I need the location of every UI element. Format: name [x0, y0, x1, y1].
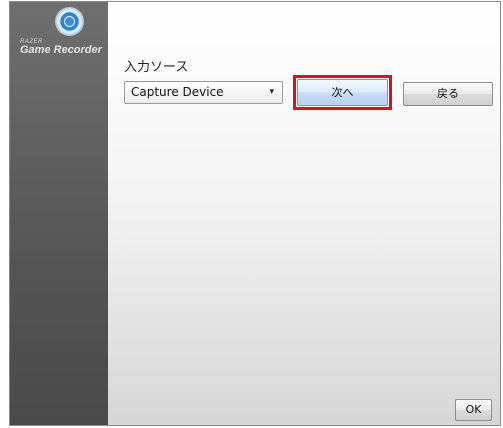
app-logo-icon	[56, 8, 83, 35]
chevron-down-icon[interactable]: ▾	[269, 82, 274, 103]
next-button[interactable]: 次へ	[297, 79, 388, 106]
back-button[interactable]: 戻る	[403, 82, 493, 106]
sidebar: RAZER Game Recorder	[10, 2, 108, 425]
logo-product-text: Game Recorder	[20, 44, 102, 56]
ok-button[interactable]: OK	[455, 399, 492, 421]
input-source-selected-value: Capture Device	[131, 85, 224, 99]
input-source-label: 入力ソース	[124, 60, 189, 75]
input-source-dropdown[interactable]: Capture Device ▾	[124, 81, 283, 104]
setup-window: RAZER Game Recorder	[9, 1, 501, 426]
